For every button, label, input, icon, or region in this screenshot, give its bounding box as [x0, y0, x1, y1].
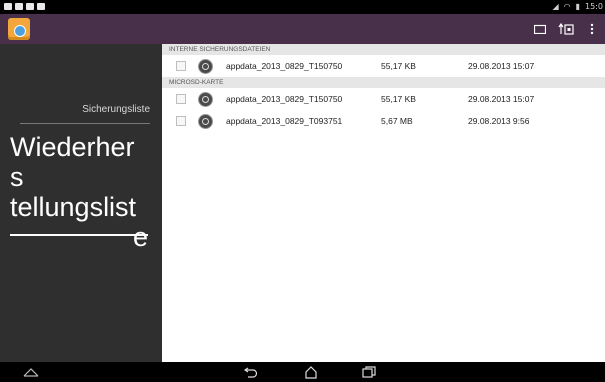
list-item[interactable]: appdata_2013_0829_T150750 55,17 KB 29.08… — [162, 88, 605, 110]
file-date: 29.08.2013 15:07 — [468, 61, 535, 71]
divider — [20, 123, 150, 124]
back-icon[interactable] — [240, 364, 262, 380]
file-date: 29.08.2013 15:07 — [468, 94, 535, 104]
navigation-bar — [0, 362, 605, 382]
app-icon[interactable] — [8, 18, 30, 40]
file-list: INTERNE SICHERUNGSDATEIEN appdata_2013_0… — [162, 44, 605, 362]
file-size: 5,67 MB — [381, 116, 413, 126]
status-bar: ◢ ◠ ▮ 15:0 — [0, 0, 605, 14]
backup-file-icon — [198, 91, 213, 107]
status-time: 15:0 — [585, 2, 603, 11]
notification-icon — [15, 3, 23, 10]
hide-navbar-icon[interactable] — [20, 364, 42, 380]
selected-indicator — [10, 234, 148, 236]
section-header: INTERNE SICHERUNGSDATEIEN — [162, 44, 605, 55]
file-name: appdata_2013_0829_T093751 — [226, 116, 343, 126]
checkbox[interactable] — [176, 61, 186, 71]
new-folder-icon[interactable] — [527, 14, 553, 44]
checkbox[interactable] — [176, 94, 186, 104]
notification-icon — [4, 3, 12, 10]
signal-icon: ◢ — [552, 2, 559, 11]
sidebar-item-backup-list[interactable]: Sicherungsliste — [82, 104, 150, 115]
file-size: 55,17 KB — [381, 94, 416, 104]
overflow-menu-icon[interactable] — [579, 14, 605, 44]
section-header: MICROSD-KARTE — [162, 77, 605, 88]
home-icon[interactable] — [300, 364, 322, 380]
wifi-icon: ◠ — [563, 2, 571, 11]
notification-icons — [4, 3, 45, 10]
action-bar — [0, 14, 605, 44]
backup-file-icon — [198, 58, 213, 74]
sidebar-title-line: tellungslist — [10, 192, 137, 222]
list-item[interactable]: appdata_2013_0829_T093751 5,67 MB 29.08.… — [162, 110, 605, 132]
file-size: 55,17 KB — [381, 61, 416, 71]
list-item[interactable]: appdata_2013_0829_T150750 55,17 KB 29.08… — [162, 55, 605, 77]
notification-icon — [37, 3, 45, 10]
notification-icon — [26, 3, 34, 10]
checkbox[interactable] — [176, 116, 186, 126]
sidebar-title-line: e — [132, 222, 148, 252]
file-name: appdata_2013_0829_T150750 — [226, 94, 343, 104]
file-date: 29.08.2013 9:56 — [468, 116, 530, 126]
sidebar-title-line: Wiederhers — [10, 132, 135, 192]
recent-apps-icon[interactable] — [358, 364, 380, 380]
battery-icon: ▮ — [575, 2, 581, 11]
sidebar: Sicherungsliste Wiederhers tellungslist … — [0, 44, 162, 362]
restore-icon[interactable] — [553, 14, 579, 44]
backup-file-icon — [198, 113, 213, 129]
file-name: appdata_2013_0829_T150750 — [226, 61, 343, 71]
